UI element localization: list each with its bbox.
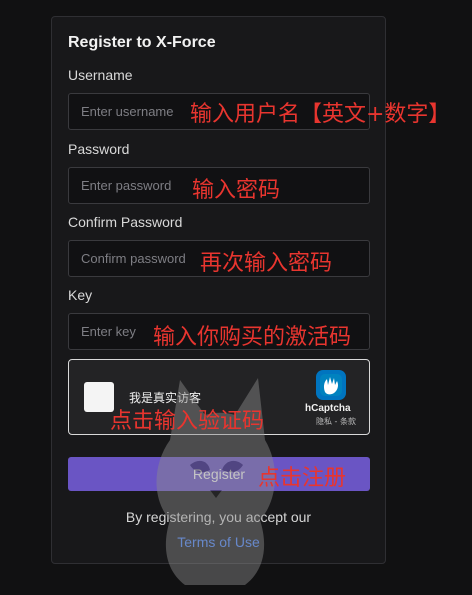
accept-text: By registering, you accept our [125, 509, 312, 525]
hcaptcha-logo-icon [316, 370, 346, 400]
confirm-password-input[interactable] [68, 240, 370, 277]
username-input[interactable] [68, 93, 370, 130]
terms-of-use-link[interactable]: Terms of Use [52, 534, 385, 550]
captcha-checkbox[interactable] [84, 382, 114, 412]
username-label: Username [68, 67, 133, 83]
form-title: Register to X-Force [68, 34, 216, 51]
register-card: Register to X-Force Username Password Co… [51, 16, 386, 564]
captcha-checkbox-label: 我是真实访客 [129, 391, 202, 405]
password-input[interactable] [68, 167, 370, 204]
confirm-password-label: Confirm Password [68, 214, 183, 230]
key-label: Key [68, 287, 93, 303]
register-button[interactable]: Register [68, 457, 370, 491]
hcaptcha-privacy-terms-links[interactable]: 隐私 - 条款 [316, 416, 356, 427]
hcaptcha-brand: hCaptcha [305, 403, 351, 414]
password-label: Password [68, 141, 130, 157]
hcaptcha-widget: 我是真实访客 hCaptcha 隐私 - 条款 [68, 359, 370, 435]
key-input[interactable] [68, 313, 370, 350]
